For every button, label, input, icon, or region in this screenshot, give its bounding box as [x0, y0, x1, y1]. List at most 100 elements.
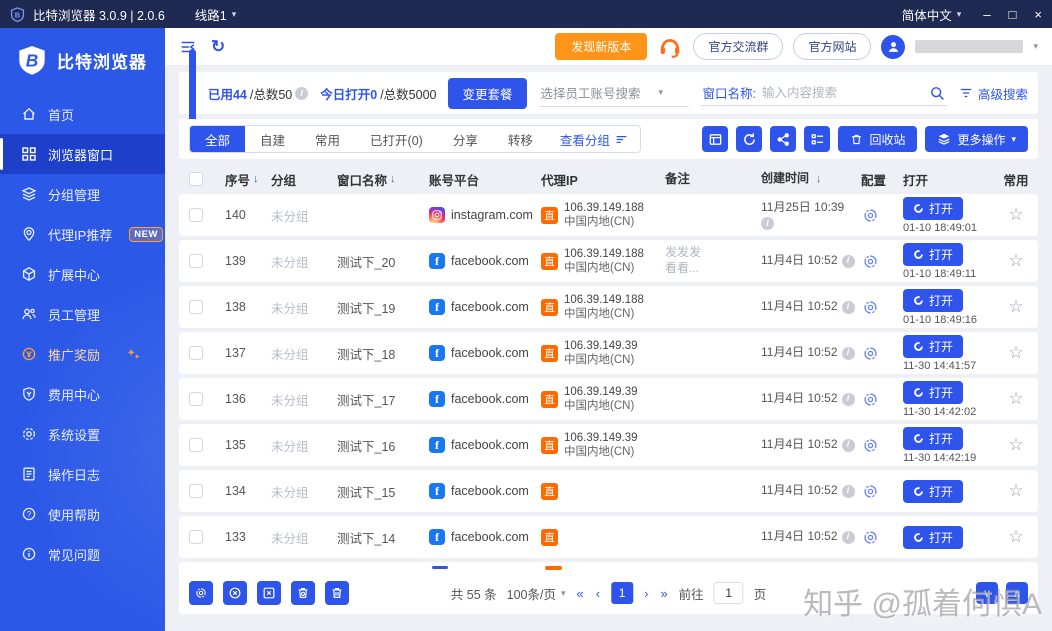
open-window-button[interactable]: 打开 — [903, 426, 964, 450]
last-page-button[interactable]: » — [659, 586, 668, 601]
header-group[interactable]: 分组 — [271, 170, 337, 189]
row-checkbox[interactable] — [189, 300, 203, 314]
row-checkbox[interactable] — [189, 254, 203, 268]
header-note[interactable]: 备注 — [665, 171, 761, 187]
prev-page-button[interactable]: ‹ — [595, 586, 601, 601]
favorite-star-icon[interactable]: ☆ — [1008, 251, 1023, 271]
tab-self-created[interactable]: 自建 — [245, 126, 300, 152]
scroll-bottom-button[interactable]: ∨ — [976, 582, 998, 604]
header-proxy-ip[interactable]: 代理IP — [541, 170, 665, 189]
info-icon[interactable]: i — [841, 300, 855, 314]
close-button[interactable]: × — [1034, 7, 1042, 22]
view-group-button[interactable]: 查看分组 — [548, 126, 640, 152]
header-created[interactable]: 创建时间 ↓ — [761, 171, 861, 187]
info-icon[interactable]: i — [841, 484, 855, 498]
row-checkbox[interactable] — [189, 530, 203, 544]
header-open[interactable]: 打开 — [903, 170, 995, 189]
line-selector[interactable]: 线路1 ▾ — [195, 5, 236, 24]
employee-search-select[interactable]: 选择员工账号搜索 ▾ — [538, 79, 689, 107]
close-all-circle-button[interactable] — [223, 581, 247, 605]
sidebar-item-promo-reward[interactable]: 推广奖励 — [0, 334, 165, 374]
change-plan-button[interactable]: 变更套餐 — [448, 77, 527, 109]
batch-fingerprint-button[interactable] — [189, 581, 213, 605]
open-window-button[interactable]: 打开 — [903, 242, 964, 266]
favorite-star-icon[interactable]: ☆ — [1008, 389, 1023, 409]
favorite-star-icon[interactable]: ☆ — [1008, 527, 1023, 547]
open-window-button[interactable]: 打开 — [903, 288, 964, 312]
header-seq[interactable]: 序号 ↓ — [225, 170, 271, 189]
official-website-button[interactable]: 官方网站 — [793, 33, 872, 60]
minimize-button[interactable]: – — [983, 7, 990, 22]
recycle-bin-button[interactable]: 回收站 — [838, 126, 918, 152]
row-checkbox[interactable] — [189, 438, 203, 452]
per-page-select[interactable]: 100条/页 ▾ — [507, 584, 566, 603]
sidebar-item-faq[interactable]: 常见问题 — [0, 534, 165, 574]
info-icon[interactable]: i — [841, 530, 855, 544]
sidebar-item-extension-center[interactable]: 扩展中心 — [0, 254, 165, 294]
more-operations-button[interactable]: 更多操作 ▾ — [925, 126, 1028, 152]
info-icon[interactable]: i — [841, 254, 855, 268]
delete-button[interactable] — [325, 581, 349, 605]
list-view-button[interactable] — [804, 126, 831, 152]
favorite-star-icon[interactable]: ☆ — [1008, 297, 1023, 317]
fingerprint-config-icon[interactable] — [861, 482, 880, 501]
sidebar-item-browser-windows[interactable]: 浏览器窗口 — [0, 134, 165, 174]
header-favorite[interactable]: 常用 — [995, 170, 1037, 189]
sidebar-item-proxy-ip[interactable]: 代理IP推荐 NEW — [0, 214, 165, 254]
row-checkbox[interactable] — [189, 392, 203, 406]
window-name-input[interactable] — [761, 85, 923, 100]
fingerprint-config-icon[interactable] — [861, 436, 880, 455]
fingerprint-config-icon[interactable] — [861, 206, 880, 225]
open-window-button[interactable]: 打开 — [903, 479, 964, 503]
favorite-star-icon[interactable]: ☆ — [1008, 481, 1023, 501]
sidebar-item-group-management[interactable]: 分组管理 — [0, 174, 165, 214]
sidebar-item-help[interactable]: ? 使用帮助 — [0, 494, 165, 534]
sidebar-item-system-settings[interactable]: 系统设置 — [0, 414, 165, 454]
search-icon[interactable] — [929, 85, 945, 101]
customer-service-headset-icon[interactable] — [657, 34, 683, 60]
row-checkbox[interactable] — [189, 208, 203, 222]
tab-transferred[interactable]: 转移 — [493, 126, 548, 152]
select-all-checkbox[interactable] — [189, 172, 203, 186]
favorite-star-icon[interactable]: ☆ — [1008, 435, 1023, 455]
fingerprint-config-icon[interactable] — [861, 344, 880, 363]
share-button[interactable] — [770, 126, 797, 152]
open-window-button[interactable]: 打开 — [903, 334, 964, 358]
header-config[interactable]: 配置 — [861, 170, 903, 189]
official-community-button[interactable]: 官方交流群 — [693, 33, 784, 60]
favorite-star-icon[interactable]: ☆ — [1008, 343, 1023, 363]
info-icon[interactable]: i — [841, 392, 855, 406]
open-window-button[interactable]: 打开 — [903, 196, 964, 220]
jump-page-input[interactable] — [713, 582, 744, 604]
fingerprint-config-icon[interactable] — [861, 298, 880, 317]
maximize-button[interactable]: □ — [1009, 7, 1017, 22]
open-window-button[interactable]: 打开 — [903, 380, 964, 404]
favorite-star-icon[interactable]: ☆ — [1008, 205, 1023, 225]
tab-frequent[interactable]: 常用 — [300, 126, 355, 152]
sidebar-item-home[interactable]: 首页 — [0, 94, 165, 134]
sidebar-item-operation-log[interactable]: 操作日志 — [0, 454, 165, 494]
chevron-down-icon[interactable]: ▾ — [1033, 41, 1038, 52]
new-version-button[interactable]: 发现新版本 — [555, 33, 648, 60]
fingerprint-config-icon[interactable] — [861, 252, 880, 271]
close-windows-button[interactable] — [257, 581, 281, 605]
language-selector[interactable]: 简体中文 ▾ — [902, 5, 962, 24]
tab-opened[interactable]: 已打开(0) — [355, 126, 438, 152]
fingerprint-config-icon[interactable] — [861, 390, 880, 409]
current-page[interactable]: 1 — [611, 582, 634, 604]
tab-all[interactable]: 全部 — [190, 126, 246, 152]
window-arrange-button[interactable] — [702, 126, 729, 152]
tab-shared[interactable]: 分享 — [438, 126, 493, 152]
recycle-timer-button[interactable] — [291, 581, 315, 605]
refresh-list-button[interactable] — [736, 126, 763, 152]
info-icon[interactable]: i — [841, 346, 855, 360]
header-window-name[interactable]: 窗口名称 ↓ — [337, 170, 429, 189]
sidebar-item-billing-center[interactable]: 费用中心 — [0, 374, 165, 414]
header-platform[interactable]: 账号平台 — [429, 170, 541, 189]
info-icon[interactable]: i — [841, 438, 855, 452]
open-window-button[interactable]: 打开 — [903, 525, 964, 549]
info-icon[interactable]: i — [295, 86, 309, 100]
scroll-top-button[interactable]: ∧ — [1006, 582, 1028, 604]
refresh-page-button[interactable]: ↻ — [211, 37, 225, 57]
sidebar-item-staff-management[interactable]: 员工管理 — [0, 294, 165, 334]
